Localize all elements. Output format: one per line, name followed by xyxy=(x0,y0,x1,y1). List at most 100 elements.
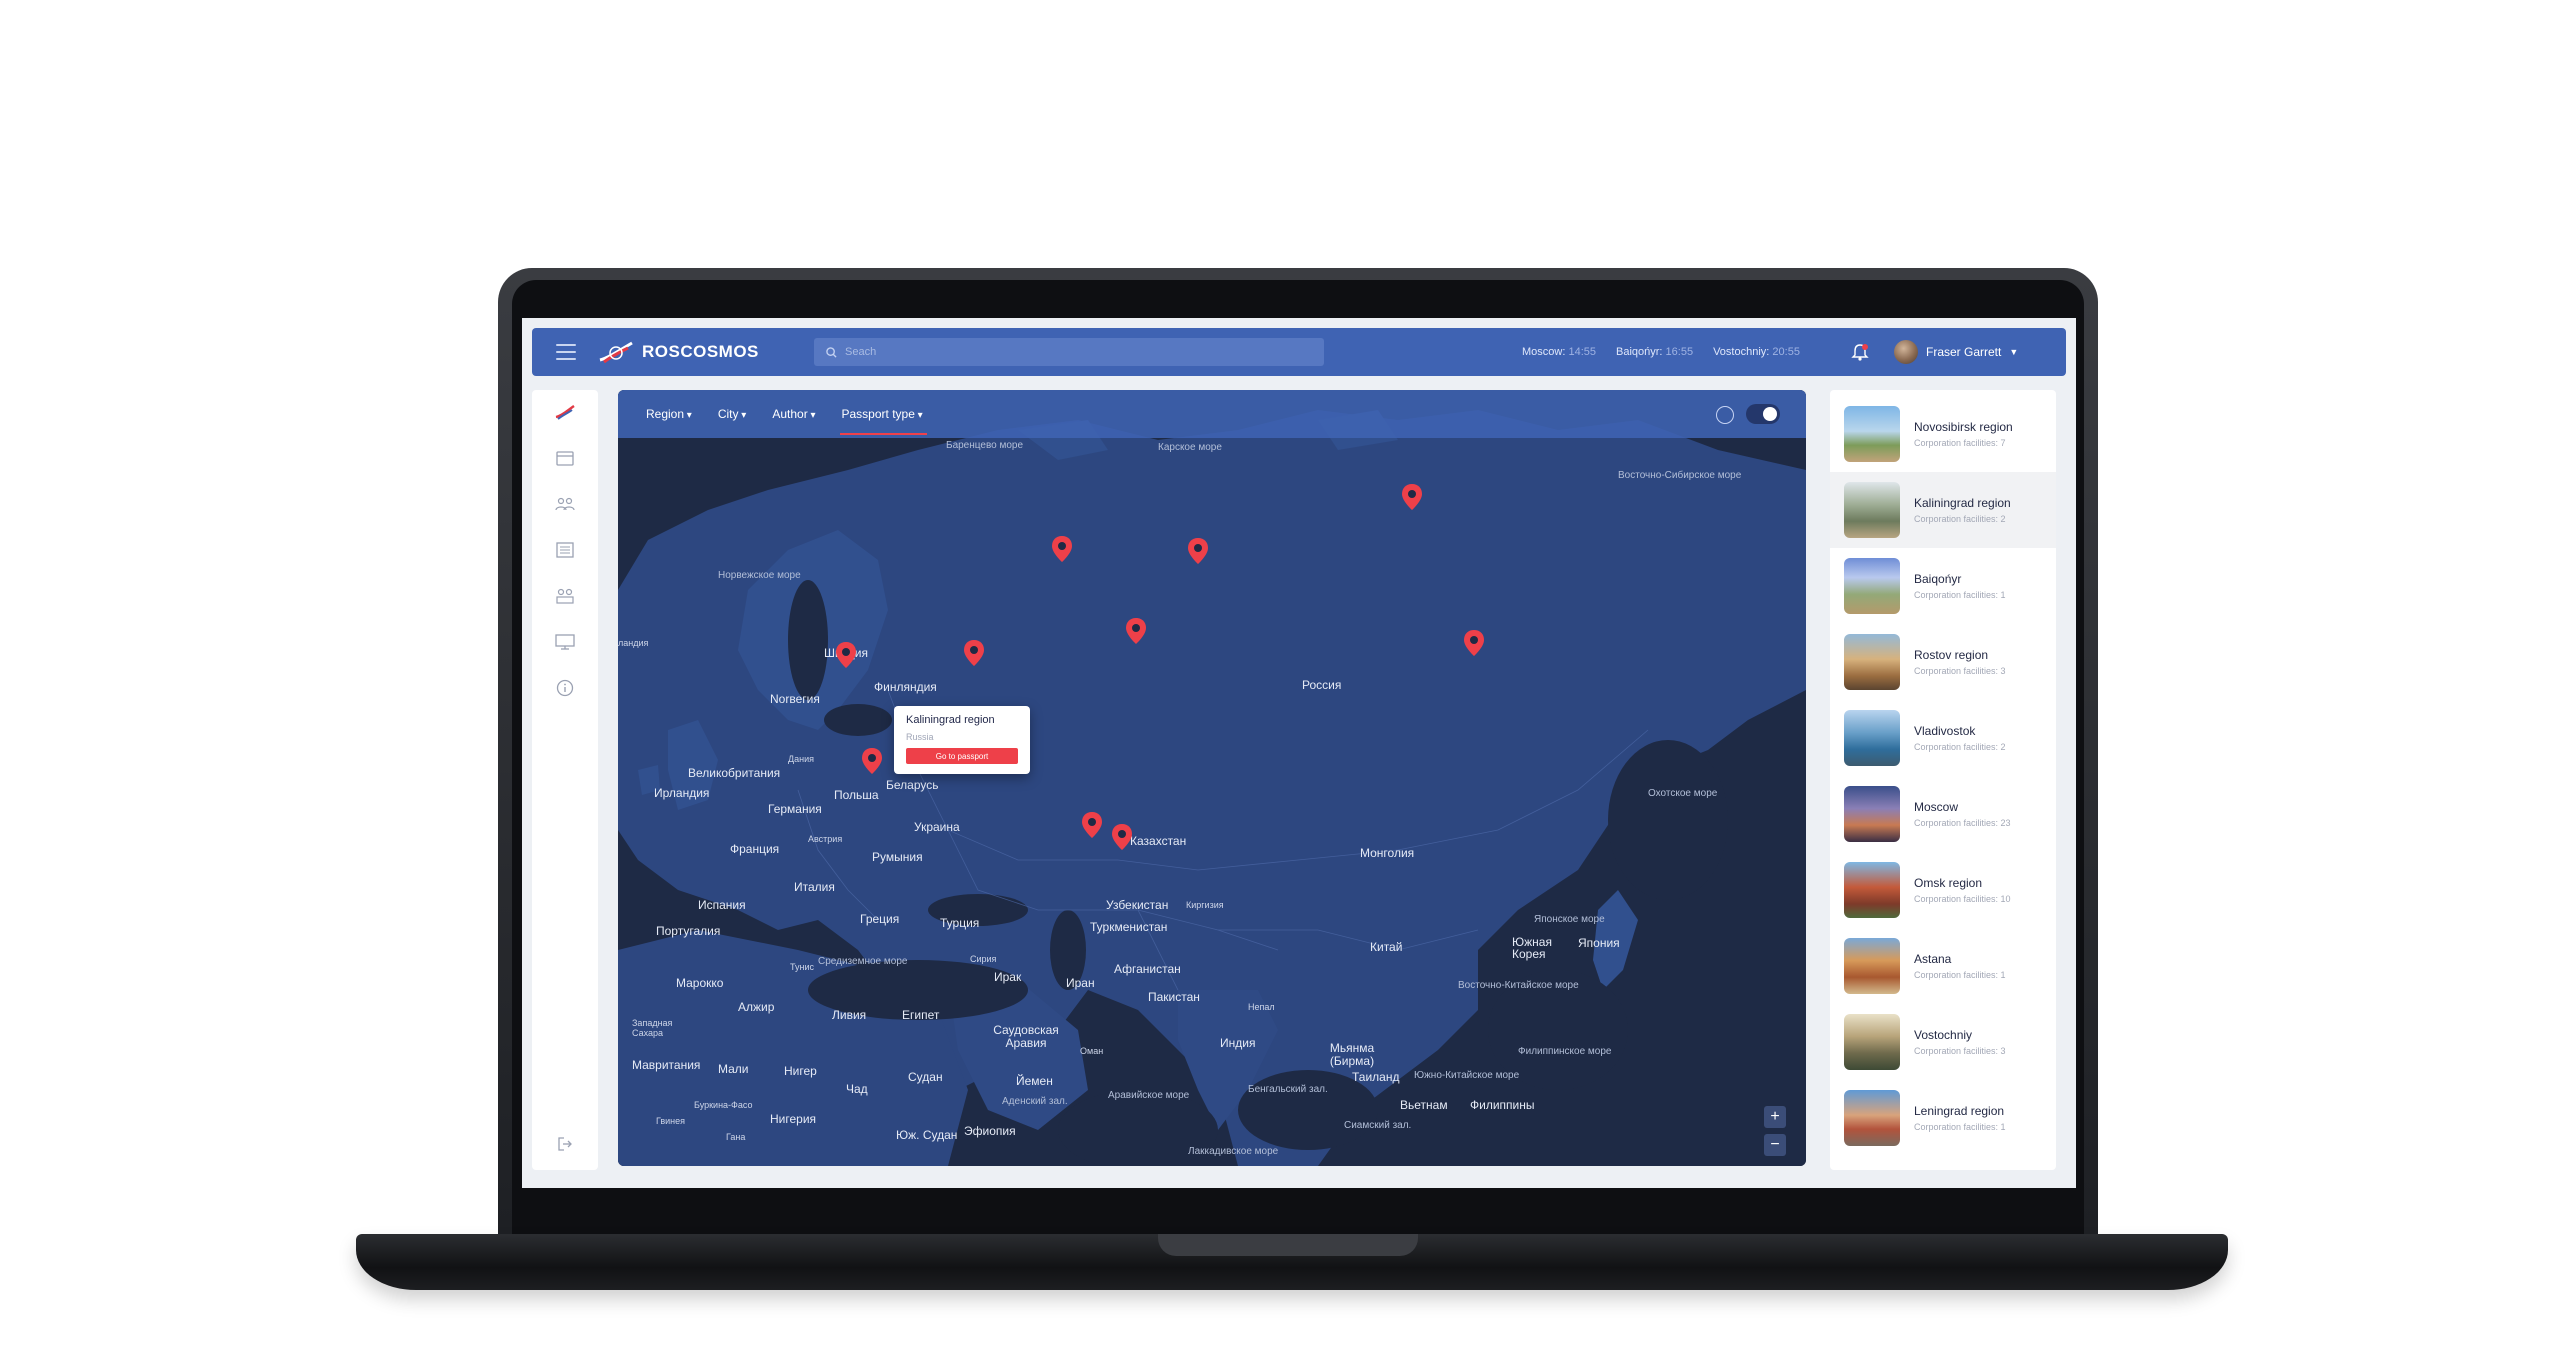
map-pin-icon[interactable] xyxy=(964,640,984,666)
map-label: Ирак xyxy=(994,970,1022,984)
map-label: Испания xyxy=(698,898,746,912)
map-pin-icon[interactable] xyxy=(862,748,882,774)
search-input[interactable] xyxy=(845,346,1305,358)
map-panel[interactable]: Баренцево море Карское море Восточно-Сиб… xyxy=(618,390,1806,1166)
view-toggle[interactable] xyxy=(1746,404,1780,424)
menu-icon[interactable] xyxy=(556,344,576,360)
map-pin-icon[interactable] xyxy=(1112,824,1132,850)
list-item[interactable]: Vostochniy Corporation facilities: 3 xyxy=(1830,1004,2056,1080)
map-label: Узбекистан xyxy=(1106,898,1169,912)
zoom-out-button[interactable]: − xyxy=(1764,1134,1786,1156)
map-label: Южно-Китайское море xyxy=(1414,1070,1520,1081)
map-label: Япония xyxy=(1578,936,1620,950)
app-screen: ROSCOSMOS Moscow: 14:55 Baiqońyr: 16:55 … xyxy=(522,318,2076,1188)
map-label: Беларусь xyxy=(886,778,939,792)
map-label: Монголия xyxy=(1360,846,1415,860)
map-label: Польша xyxy=(834,788,879,802)
clock-baiqonyr: Baiqońyr: 16:55 xyxy=(1616,346,1694,358)
region-thumbnail xyxy=(1844,1014,1900,1070)
map-pin-icon[interactable] xyxy=(1464,630,1484,656)
list-item[interactable]: Kaliningrad region Corporation facilities… xyxy=(1830,472,2056,548)
map-label: Румыния xyxy=(872,850,923,864)
filter-author[interactable]: Author xyxy=(772,407,815,421)
map-label: Японское море xyxy=(1534,914,1605,925)
map-label: Вьетнам xyxy=(1400,1098,1448,1112)
list-item[interactable]: Omsk region Corporation facilities: 10 xyxy=(1830,852,2056,928)
filter-bar: Region City Author Passport type xyxy=(618,390,1806,438)
map-label: Филиппины xyxy=(1470,1098,1535,1112)
documents-icon[interactable] xyxy=(553,538,577,562)
list-item[interactable]: Leningrad region Corporation facilities: … xyxy=(1830,1080,2056,1156)
map-pin-icon[interactable] xyxy=(1402,484,1422,510)
avatar xyxy=(1894,340,1918,364)
map-label: Китай xyxy=(1370,940,1403,954)
users-icon[interactable] xyxy=(553,492,577,516)
map-pin-icon[interactable] xyxy=(1126,618,1146,644)
map-label: Бенгальский зал. xyxy=(1248,1084,1328,1095)
fast-forward-icon[interactable] xyxy=(1716,406,1734,424)
map-label: Сирия xyxy=(970,954,997,964)
notification-bell-icon[interactable] xyxy=(1850,342,1870,362)
clock-vostochniy: Vostochniy: 20:55 xyxy=(1713,346,1800,358)
map-label: Пакистан xyxy=(1148,990,1200,1004)
map-label: Марокко xyxy=(676,976,724,990)
map-label: Аравийское море xyxy=(1108,1090,1190,1101)
map-pin-icon[interactable] xyxy=(1188,538,1208,564)
list-item[interactable]: Astana Corporation facilities: 1 xyxy=(1830,928,2056,1004)
map-label: Саудовская Аравия xyxy=(993,1023,1059,1050)
info-icon[interactable] xyxy=(553,676,577,700)
map-label: Алжир xyxy=(738,1000,775,1014)
map-label: Киргизия xyxy=(1186,900,1224,910)
world-map[interactable] xyxy=(618,390,1806,1166)
logout-icon[interactable] xyxy=(553,1132,577,1156)
map-label: Филиппинское море xyxy=(1518,1046,1612,1057)
calendar-icon[interactable] xyxy=(553,446,577,470)
region-thumbnail xyxy=(1844,634,1900,690)
monitor-icon[interactable] xyxy=(553,630,577,654)
map-label: Турция xyxy=(940,916,980,930)
region-thumbnail xyxy=(1844,558,1900,614)
map-label: ландия xyxy=(618,638,649,648)
map-label: Ливия xyxy=(832,1008,867,1022)
map-label: Лаккадивское море xyxy=(1188,1146,1279,1157)
map-label: Финляндия xyxy=(874,680,937,694)
zoom-in-button[interactable]: + xyxy=(1764,1106,1786,1128)
map-label: Египет xyxy=(902,1008,940,1022)
map-label: Карское море xyxy=(1158,442,1222,453)
map-pin-icon[interactable] xyxy=(836,642,856,668)
map-label: Дания xyxy=(788,754,814,764)
list-item[interactable]: Rostov region Corporation facilities: 3 xyxy=(1830,624,2056,700)
region-thumbnail xyxy=(1844,710,1900,766)
region-thumbnail xyxy=(1844,406,1900,462)
go-to-passport-button[interactable]: Go to passport xyxy=(906,748,1018,764)
nav-home-logo-icon[interactable] xyxy=(553,400,577,424)
region-thumbnail xyxy=(1844,786,1900,842)
team-icon[interactable] xyxy=(553,584,577,608)
filter-city[interactable]: City xyxy=(718,407,746,421)
user-name: Fraser Garrett xyxy=(1926,345,2002,359)
list-item[interactable]: Novosibirsk region Corporation facilities… xyxy=(1830,396,2056,472)
user-menu[interactable]: Fraser Garrett ▼ xyxy=(1894,340,2018,364)
map-label: Нигерия xyxy=(770,1112,817,1126)
map-label: Гвинея xyxy=(656,1116,686,1126)
map-popup: Kaliningrad region Russia Go to passport xyxy=(894,706,1030,774)
map-label: Индия xyxy=(1220,1036,1256,1050)
search-bar[interactable] xyxy=(814,338,1324,366)
map-label: Казахстан xyxy=(1130,834,1187,848)
brand-logo[interactable]: ROSCOSMOS xyxy=(598,340,759,364)
map-label: Таиланд xyxy=(1352,1070,1400,1084)
list-item[interactable]: Baiqońyr Corporation facilities: 1 xyxy=(1830,548,2056,624)
map-label: Буркина-Фасо xyxy=(694,1100,753,1110)
map-label: Средиземное море xyxy=(818,956,908,967)
search-icon xyxy=(826,346,837,358)
region-thumbnail xyxy=(1844,1090,1900,1146)
filter-region[interactable]: Region xyxy=(646,407,692,421)
list-item[interactable]: Vladivostok Corporation facilities: 2 xyxy=(1830,700,2056,776)
map-pin-icon[interactable] xyxy=(1082,812,1102,838)
map-label: Баренцево море xyxy=(946,440,1024,451)
list-item[interactable]: Moscow Corporation facilities: 23 xyxy=(1830,776,2056,852)
map-pin-icon[interactable] xyxy=(1052,536,1072,562)
filter-passport-type[interactable]: Passport type xyxy=(839,407,927,435)
map-label: Чад xyxy=(846,1082,868,1096)
region-thumbnail xyxy=(1844,938,1900,994)
